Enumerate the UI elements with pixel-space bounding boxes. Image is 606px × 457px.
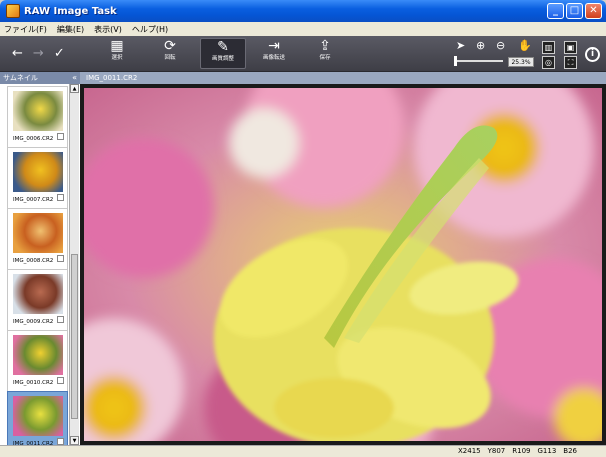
scroll-thumb[interactable] (71, 254, 78, 419)
thumbnail-item[interactable]: IMG_0009.CR2 (7, 269, 68, 332)
info-icon[interactable]: i (585, 47, 600, 62)
status-g: G113 (537, 447, 557, 455)
title-bar: RAW Image Task _ □ ✕ (0, 0, 606, 22)
close-button[interactable]: ✕ (585, 3, 602, 19)
minimize-button[interactable]: _ (547, 3, 564, 19)
zoom-level: 25.3% (508, 57, 534, 67)
thumbnail-image (13, 396, 63, 436)
thumbnail-item[interactable]: IMG_0006.CR2 (7, 86, 68, 149)
magnifier-icon[interactable]: ◎ (542, 56, 555, 69)
tool-rotate-button[interactable]: ⟳ 回転 (150, 38, 190, 69)
status-x: X2415 (458, 447, 481, 455)
forward-arrow-icon[interactable]: → (33, 46, 44, 61)
status-b: B26 (563, 447, 578, 455)
scroll-down-icon[interactable]: ▼ (70, 436, 79, 445)
thumbnail-checkbox[interactable] (57, 377, 64, 384)
thumbnail-image (13, 91, 63, 131)
zoom-out-icon[interactable]: ⊖ (496, 39, 505, 52)
toolbar: ← → ✓ ▦ 選択 ⟳ 回転 ✎ 画質調整 ⇥ 画像転送 ⇪ 保存 ➤ ⊕ ⊖… (0, 36, 606, 72)
collapse-icon[interactable]: « (72, 72, 77, 84)
rotate-icon: ⟳ (164, 38, 176, 54)
zoom-slider[interactable] (454, 56, 503, 66)
pointer-icon[interactable]: ➤ (456, 39, 465, 52)
fullscreen-icon[interactable]: ⛶ (564, 56, 577, 69)
save-icon: ⇪ (319, 38, 331, 54)
thumbnail-checkbox[interactable] (57, 255, 64, 262)
thumbnail-filename: IMG_0009.CR2 (13, 319, 54, 325)
thumbnail-panel: サムネイル « IMG_0006.CR2 IMG_0007.CR2 IMG_0008… (0, 72, 80, 454)
menu-edit[interactable]: 編集(E) (57, 24, 84, 35)
back-arrow-icon[interactable]: ← (12, 46, 23, 61)
thumbnail-header: サムネイル « (0, 72, 80, 84)
tool-adjust-button[interactable]: ✎ 画質調整 (200, 38, 246, 69)
status-bar: X2415 Y807 R109 G113 B26 (0, 445, 606, 457)
thumbnail-image (13, 213, 63, 253)
image-viewer[interactable] (80, 84, 606, 445)
thumbnail-image (13, 152, 63, 192)
thumbnail-checkbox[interactable] (57, 438, 64, 445)
thumbnail-filename: IMG_0006.CR2 (13, 136, 54, 142)
thumbnail-item[interactable]: IMG_0007.CR2 (7, 147, 68, 210)
fit-icon[interactable]: ▣ (564, 41, 577, 54)
thumbnail-item[interactable]: IMG_0010.CR2 (7, 330, 68, 393)
thumbnail-filename: IMG_0010.CR2 (13, 380, 54, 386)
thumbnail-filename: IMG_0007.CR2 (13, 197, 54, 203)
thumbnail-checkbox[interactable] (57, 316, 64, 323)
thumbnail-filename: IMG_0008.CR2 (13, 258, 54, 264)
window-title: RAW Image Task (24, 5, 117, 17)
hand-icon[interactable]: ✋ (518, 39, 532, 52)
checkmark-icon[interactable]: ✓ (54, 46, 65, 61)
scroll-up-icon[interactable]: ▲ (70, 84, 79, 93)
histogram-icon[interactable]: ▥ (542, 41, 555, 54)
adjust-icon: ✎ (217, 39, 229, 55)
tool-select-button[interactable]: ▦ 選択 (97, 38, 137, 69)
image-filename: IMG_0011.CR2 (80, 72, 606, 84)
menu-file[interactable]: ファイル(F) (4, 24, 47, 35)
grid-icon: ▦ (110, 38, 124, 54)
thumbnail-checkbox[interactable] (57, 194, 64, 201)
thumbnail-scrollbar[interactable]: ▲ ▼ (69, 84, 79, 445)
thumbnail-checkbox[interactable] (57, 133, 64, 140)
thumbnail-image (13, 335, 63, 375)
maximize-button[interactable]: □ (566, 3, 583, 19)
zoom-in-icon[interactable]: ⊕ (476, 39, 485, 52)
tool-transfer-button[interactable]: ⇥ 画像転送 (252, 38, 296, 69)
thumbnail-image (13, 274, 63, 314)
status-r: R109 (512, 447, 531, 455)
thumbnail-list: IMG_0006.CR2 IMG_0007.CR2 IMG_0008.CR2 IMG_… (0, 84, 69, 454)
main-photo (84, 88, 602, 441)
menu-help[interactable]: ヘルプ(H) (132, 24, 168, 35)
app-icon (6, 4, 20, 18)
transfer-icon: ⇥ (268, 38, 280, 54)
menu-bar: ファイル(F) 編集(E) 表示(V) ヘルプ(H) (0, 22, 606, 36)
status-y: Y807 (487, 447, 506, 455)
thumbnail-item[interactable]: IMG_0008.CR2 (7, 208, 68, 271)
tool-save-button[interactable]: ⇪ 保存 (305, 38, 345, 69)
menu-view[interactable]: 表示(V) (94, 24, 122, 35)
